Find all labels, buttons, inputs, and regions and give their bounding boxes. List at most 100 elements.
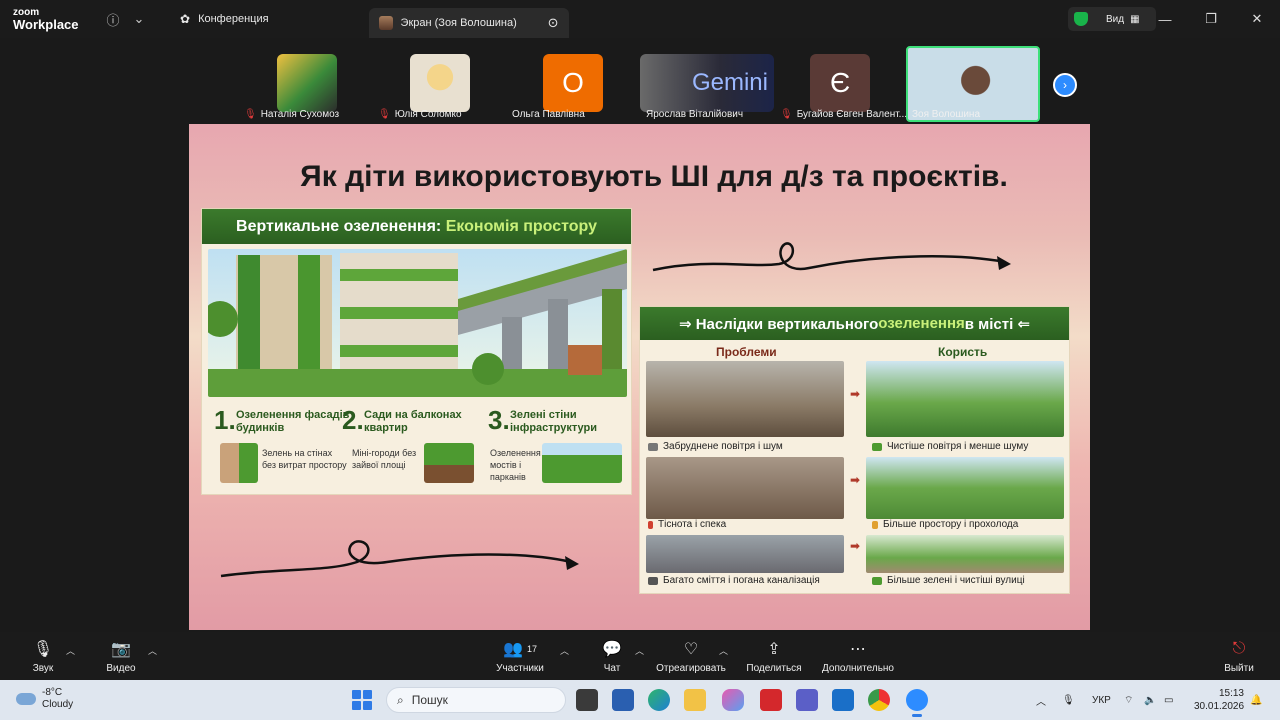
view-grid-icon: ▦ bbox=[1130, 13, 1140, 25]
problem-image bbox=[646, 361, 844, 437]
feature-facades: 1. Озеленення фасадів будинків Зелень на… bbox=[214, 405, 354, 493]
meeting-controls: 🎙 Звук ︿ 📷 Видео ︿ 👥 17 Участники ︿ 💬 Чат… bbox=[0, 632, 1280, 680]
shield-icon bbox=[1074, 12, 1088, 26]
plant-icon bbox=[872, 576, 882, 585]
arrow-right-icon: ➡ bbox=[850, 539, 861, 553]
more-dots-icon: ⋯ bbox=[850, 641, 866, 658]
zoom-logo: zoom Workplace bbox=[13, 6, 79, 32]
video-button[interactable]: 📷 Видео bbox=[86, 638, 156, 674]
leaf-icon bbox=[872, 442, 882, 451]
app-l-icon[interactable] bbox=[760, 689, 782, 711]
more-button[interactable]: ⋯ Дополнительно bbox=[822, 638, 894, 674]
arrow-right-icon: ➡ bbox=[850, 387, 861, 401]
react-options-caret[interactable]: ︿ bbox=[719, 644, 728, 657]
notifications-icon[interactable]: 🔔 bbox=[1250, 680, 1262, 720]
chat-icon: 💬 bbox=[602, 641, 622, 658]
slide-title: Як діти використовують ШІ для д/з та про… bbox=[300, 160, 1008, 193]
problem-image bbox=[646, 457, 844, 519]
benefit-image bbox=[866, 535, 1064, 573]
panel-heading: ⇒ Наслідки вертикального озеленення в мі… bbox=[640, 307, 1069, 340]
heart-icon: ♡ bbox=[683, 641, 699, 658]
chat-options-caret[interactable]: ︿ bbox=[635, 644, 644, 657]
show-hidden-icons[interactable]: ︿ bbox=[1036, 680, 1046, 720]
edge-browser-icon[interactable] bbox=[648, 689, 670, 711]
react-button[interactable]: ♡ Отреагировать bbox=[656, 638, 726, 674]
microphone-icon[interactable]: 🎙 bbox=[1062, 680, 1075, 720]
title-bar: zoom Workplace ⓘ ⌄ ✿ Конференция Экран (… bbox=[0, 0, 1280, 38]
language-indicator[interactable]: УКР bbox=[1092, 680, 1111, 720]
vertical-greening-panel: Вертикальне озеленення: Економія простор… bbox=[201, 208, 632, 495]
trash-icon bbox=[648, 576, 658, 585]
windows-taskbar: -8°C Cloudy ⌕ Пошук ︿ 🎙 УКР ⌔ 🔈 ▭ 15:13 … bbox=[0, 680, 1280, 720]
tab-screen-share[interactable]: Экран (Зоя Волошина) ⊙ bbox=[368, 8, 569, 38]
participant-tile[interactable]: О Ольга Павлівна bbox=[508, 46, 618, 122]
panel-heading: Вертикальне озеленення: Економія простор… bbox=[202, 209, 631, 244]
tab-conference[interactable]: ✿ Конференция bbox=[170, 4, 279, 34]
presenter-avatar bbox=[378, 16, 393, 30]
smog-icon bbox=[648, 442, 658, 451]
outlook-icon[interactable] bbox=[832, 689, 854, 711]
participant-tile[interactable]: Є 🎙 Бугайов Євген Валент... bbox=[776, 46, 907, 122]
mic-muted-icon: 🎙 bbox=[32, 641, 54, 658]
participant-tile[interactable]: 🎙 Наталія Сухомоз bbox=[240, 46, 350, 122]
video-options-caret[interactable]: ︿ bbox=[148, 644, 157, 657]
start-button[interactable] bbox=[352, 690, 372, 710]
participant-avatar-initial: О bbox=[543, 54, 603, 112]
consequences-panel: ⇒ Наслідки вертикального озеленення в мі… bbox=[639, 306, 1070, 594]
store-icon[interactable] bbox=[612, 689, 634, 711]
weather-widget[interactable]: -8°C Cloudy bbox=[16, 687, 73, 711]
mic-muted-icon: 🎙 bbox=[780, 108, 793, 120]
zoom-window: zoom Workplace ⓘ ⌄ ✿ Конференция Экран (… bbox=[0, 0, 1280, 720]
wifi-icon[interactable]: ⌔ bbox=[1124, 680, 1133, 720]
shared-screen-slide: Як діти використовують ШІ для д/з та про… bbox=[189, 124, 1090, 630]
participant-thumbnail: Gemini bbox=[640, 54, 774, 112]
chrome-icon[interactable] bbox=[868, 689, 890, 711]
search-icon: ⌕ bbox=[397, 692, 404, 707]
benefit-image bbox=[866, 361, 1064, 437]
task-view-icon[interactable] bbox=[576, 689, 598, 711]
teams-icon[interactable] bbox=[796, 689, 818, 711]
feature-infrastructure: 3. Зелені стіни інфраструктури Озелененн… bbox=[488, 405, 628, 493]
battery-icon[interactable]: ▭ bbox=[1164, 680, 1173, 720]
participant-tile-active-speaker[interactable]: Зоя Волошина bbox=[906, 46, 1040, 122]
paw-icon: ✿ bbox=[180, 12, 191, 26]
bridge-illustration bbox=[542, 443, 622, 483]
benefits-header: Користь bbox=[938, 345, 988, 359]
minimize-button[interactable]: — bbox=[1142, 0, 1188, 38]
close-button[interactable]: ✕ bbox=[1234, 0, 1280, 38]
city-illustration bbox=[208, 249, 627, 397]
green-city-image bbox=[208, 249, 627, 397]
file-explorer-icon[interactable] bbox=[684, 689, 706, 711]
participants-options-caret[interactable]: ︿ bbox=[560, 644, 569, 657]
gallery-next-button[interactable]: › bbox=[1053, 73, 1077, 97]
participant-thumbnail bbox=[410, 54, 470, 112]
feature-balconies: 2. Сади на балконах квартир Міні-городи … bbox=[342, 405, 482, 493]
clock[interactable]: 15:13 30.01.2026 bbox=[1194, 687, 1244, 713]
decorative-arrow-bottom bbox=[220, 540, 579, 578]
chevron-down-icon[interactable]: ⌄ bbox=[126, 6, 152, 32]
zoom-app-icon[interactable] bbox=[906, 689, 928, 717]
thermometer-icon bbox=[648, 520, 653, 529]
leave-button[interactable]: ⎋ Выйти bbox=[1204, 638, 1274, 674]
more-icon[interactable]: ⊙ bbox=[548, 15, 559, 31]
participant-tile[interactable]: Gemini Ярослав Віталійович bbox=[640, 46, 774, 122]
share-button[interactable]: ⇪ Поделиться bbox=[739, 638, 809, 674]
share-screen-icon: ⇪ bbox=[767, 641, 781, 658]
audio-options-caret[interactable]: ︿ bbox=[66, 644, 75, 657]
facade-illustration bbox=[220, 443, 258, 483]
arrow-right-icon: ➡ bbox=[850, 473, 861, 487]
volume-icon[interactable]: 🔈 bbox=[1144, 680, 1156, 720]
participant-tile[interactable]: 🎙 Юлія Соломко bbox=[374, 46, 484, 122]
benefit-image bbox=[866, 457, 1064, 519]
copilot-icon[interactable] bbox=[722, 689, 744, 711]
participant-avatar-initial: Є bbox=[810, 54, 870, 112]
cloud-icon bbox=[16, 693, 36, 705]
maximize-button[interactable]: ❐ bbox=[1188, 0, 1234, 38]
taskbar-search[interactable]: ⌕ Пошук bbox=[386, 687, 566, 713]
info-icon[interactable]: ⓘ bbox=[100, 6, 126, 32]
participants-button[interactable]: 👥 17 Участники bbox=[485, 638, 555, 674]
people-icon: 👥 bbox=[503, 641, 523, 658]
mic-muted-icon: 🎙 bbox=[378, 108, 391, 120]
participant-gallery: 🎙 Наталія Сухомоз 🎙 Юлія Соломко О Ольга П… bbox=[0, 46, 1280, 122]
participant-thumbnail bbox=[277, 54, 337, 112]
